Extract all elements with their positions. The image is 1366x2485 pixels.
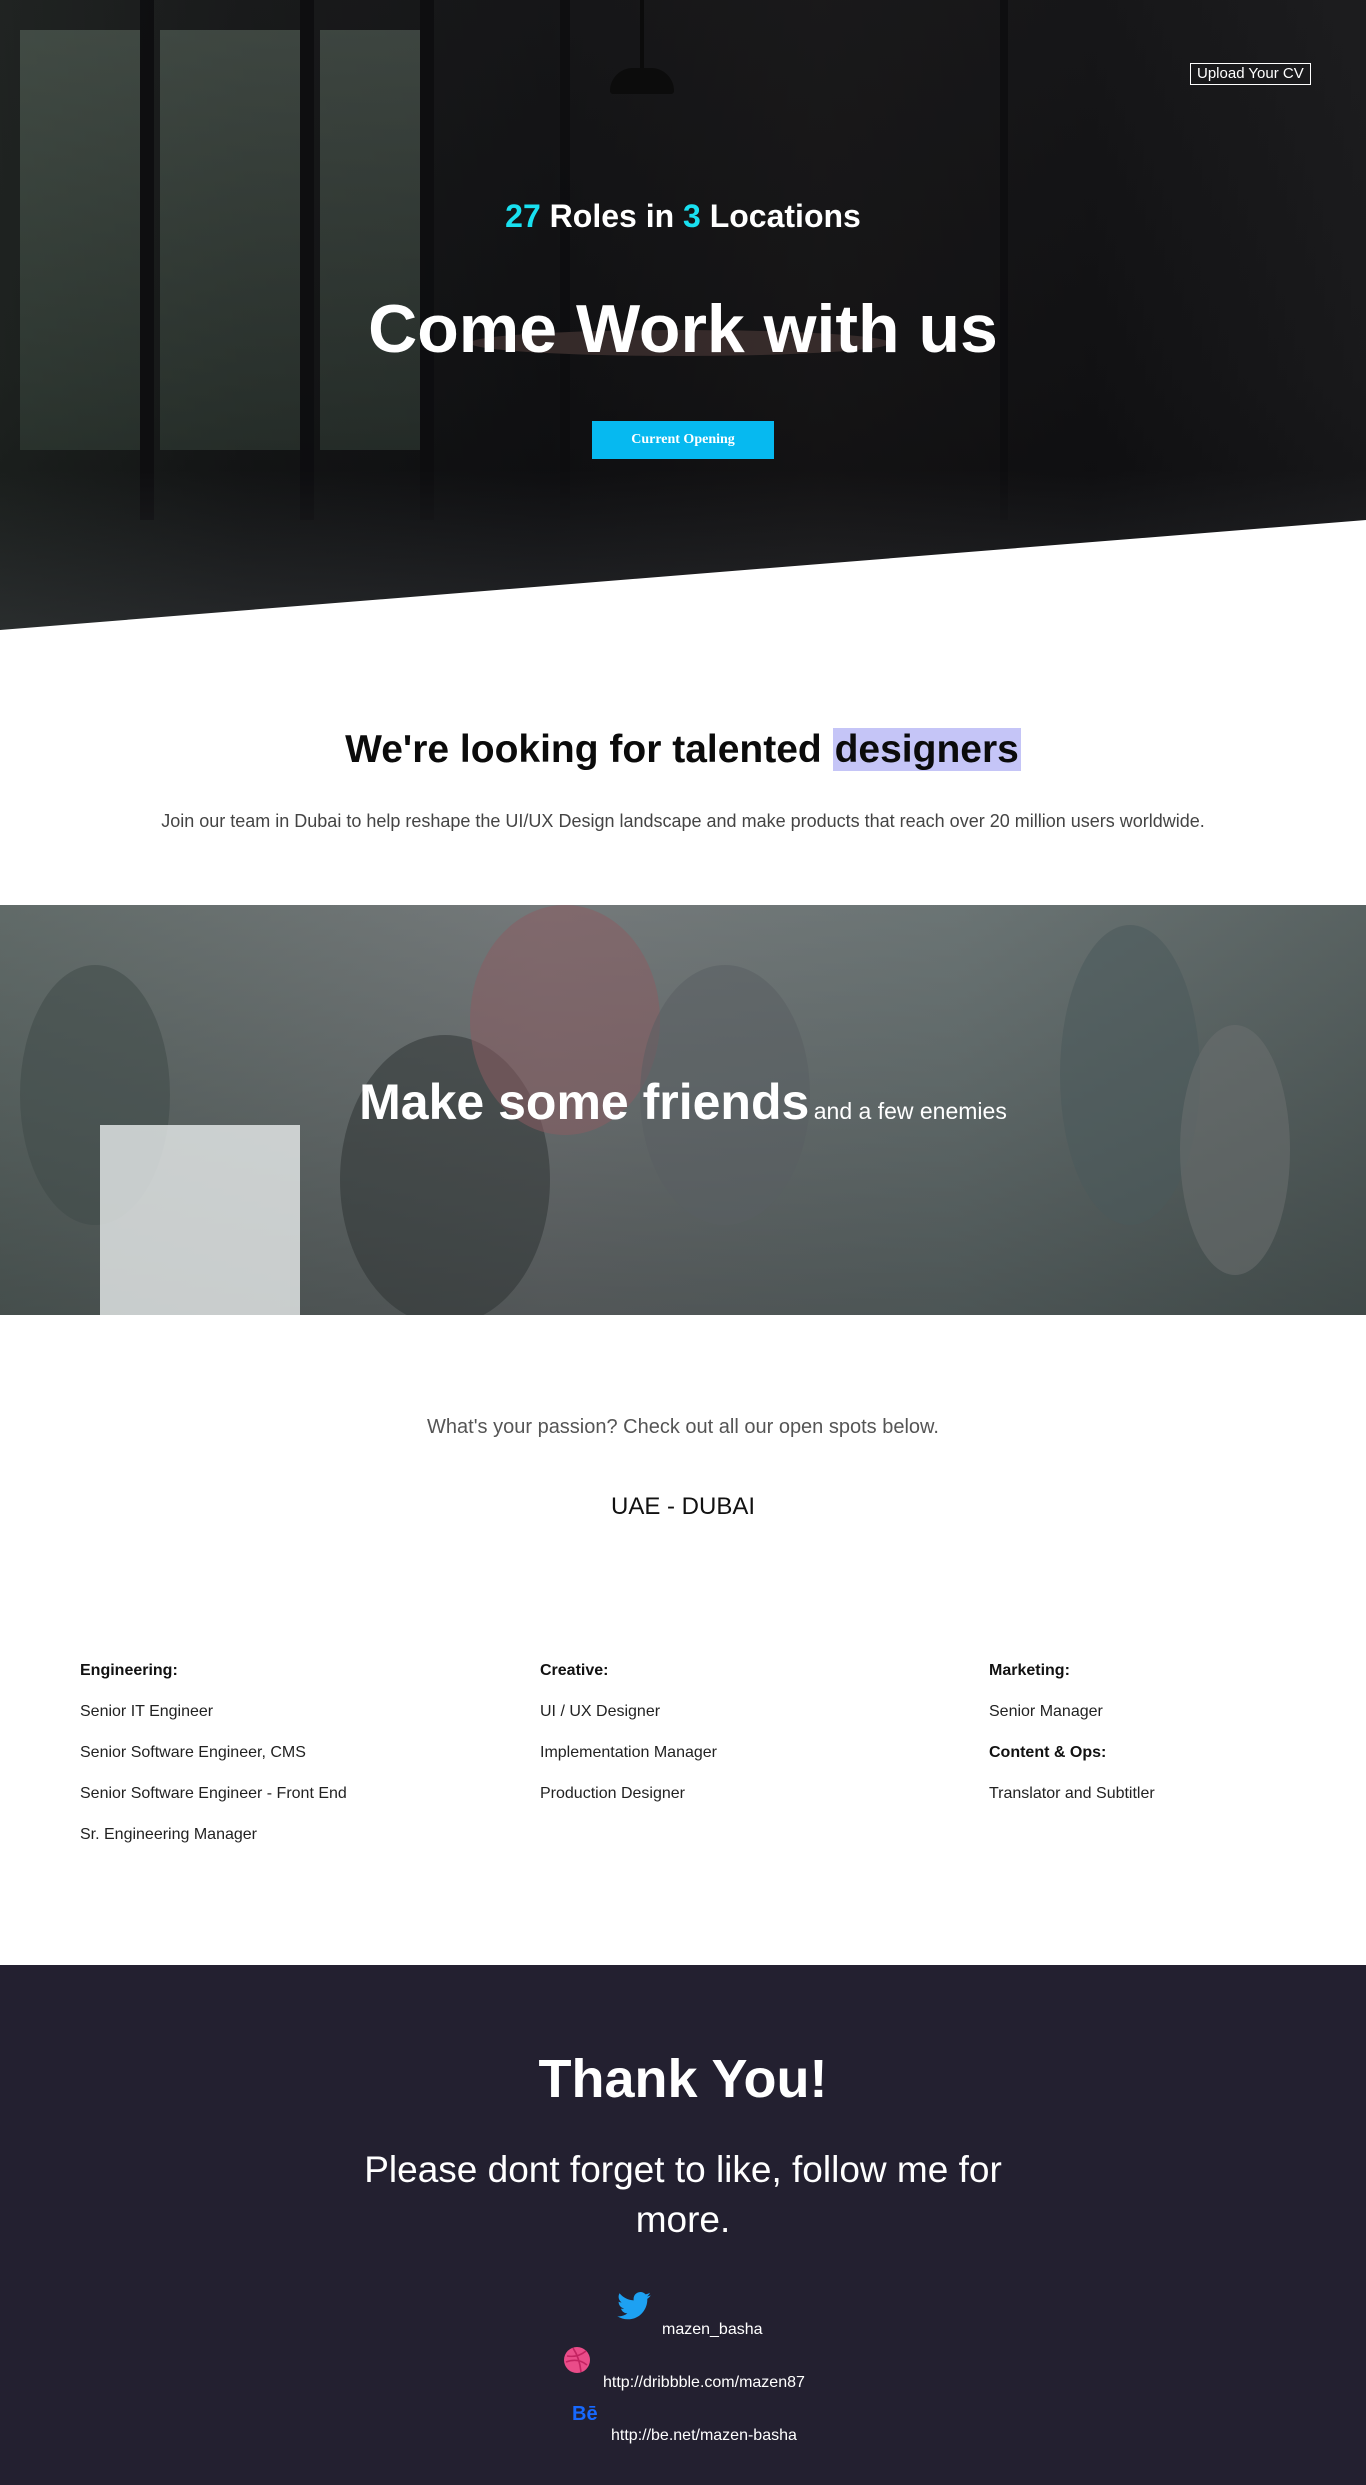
window-pane [160, 30, 300, 450]
roles-count: 27 [505, 198, 541, 234]
person-silhouette [1180, 1025, 1290, 1275]
locations-text: Locations [700, 198, 861, 234]
twitter-icon[interactable] [617, 2292, 651, 2324]
job-link[interactable]: Senior Software Engineer, CMS [80, 1742, 347, 1783]
follow-text: Please dont forget to like, follow me fo… [364, 2149, 1002, 2240]
job-link[interactable]: Production Designer [540, 1783, 717, 1824]
window-frame [560, 0, 570, 520]
friends-big-text: Make some friends [359, 1074, 810, 1130]
window-frame [420, 0, 434, 520]
window-frame [1000, 0, 1008, 520]
content-ops-heading: Content & Ops: [989, 1744, 1107, 1761]
job-link[interactable]: Sr. Engineering Manager [80, 1824, 347, 1865]
upload-cv-button[interactable]: Upload Your CV [1190, 63, 1311, 85]
hero-section: Upload Your CV 27 Roles in 3 Locations C… [0, 0, 1366, 630]
locations-count: 3 [683, 198, 701, 234]
engineering-heading: Engineering: [80, 1662, 178, 1679]
dribbble-icon[interactable] [563, 2346, 591, 2378]
talent-heading: We're looking for talented designers [0, 728, 1366, 772]
creative-column: Creative: UI / UX Designer Implementatio… [540, 1660, 717, 1824]
location-label: UAE - DUBAI [610, 1493, 756, 1520]
friends-banner: Make some friends and a few enemies [0, 905, 1366, 1315]
window-pane [20, 30, 140, 450]
window-pane [320, 30, 420, 450]
talent-subtitle: Join our team in Dubai to help reshape t… [161, 811, 1205, 831]
friends-text: Make some friends and a few enemies [0, 1073, 1366, 1131]
talent-heading-highlight: designers [832, 728, 1021, 771]
monitor [100, 1125, 300, 1315]
roles-headline: 27 Roles in 3 Locations [0, 198, 1366, 235]
passion-text: What's your passion? Check out all our o… [427, 1416, 939, 1438]
behance-link[interactable]: http://be.net/mazen-basha [611, 2427, 797, 2445]
talent-heading-prefix: We're looking for talented [345, 728, 833, 771]
friends-small-text: and a few enemies [813, 1098, 1007, 1124]
marketing-heading: Marketing: [989, 1662, 1070, 1679]
window-frame [140, 0, 154, 520]
behance-icon[interactable]: Bē [572, 2403, 598, 2426]
hero-title: Come Work with us [368, 291, 998, 367]
engineering-column: Engineering: Senior IT Engineer Senior S… [80, 1660, 347, 1865]
twitter-link[interactable]: mazen_basha [662, 2321, 763, 2339]
pendant-lamp [610, 68, 674, 94]
current-opening-button[interactable]: Current Opening [592, 421, 774, 459]
pendant-lamp-cord [640, 0, 644, 70]
creative-heading: Creative: [540, 1662, 609, 1679]
job-link[interactable]: UI / UX Designer [540, 1701, 717, 1742]
job-link[interactable]: Translator and Subtitler [989, 1783, 1155, 1824]
job-link[interactable]: Implementation Manager [540, 1742, 717, 1783]
job-link[interactable]: Senior Software Engineer - Front End [80, 1783, 347, 1824]
job-link[interactable]: Senior Manager [989, 1701, 1155, 1742]
marketing-column: Marketing: Senior Manager Content & Ops:… [989, 1660, 1155, 1824]
roles-text: Roles in [540, 198, 684, 234]
job-link[interactable]: Senior IT Engineer [80, 1701, 347, 1742]
thank-you-title: Thank You! [538, 2049, 828, 2109]
hero-slant-divider [0, 520, 1366, 630]
dribbble-link[interactable]: http://dribbble.com/mazen87 [603, 2374, 805, 2392]
window-frame [300, 0, 314, 520]
footer: Thank You! Please dont forget to like, f… [0, 1965, 1366, 2485]
